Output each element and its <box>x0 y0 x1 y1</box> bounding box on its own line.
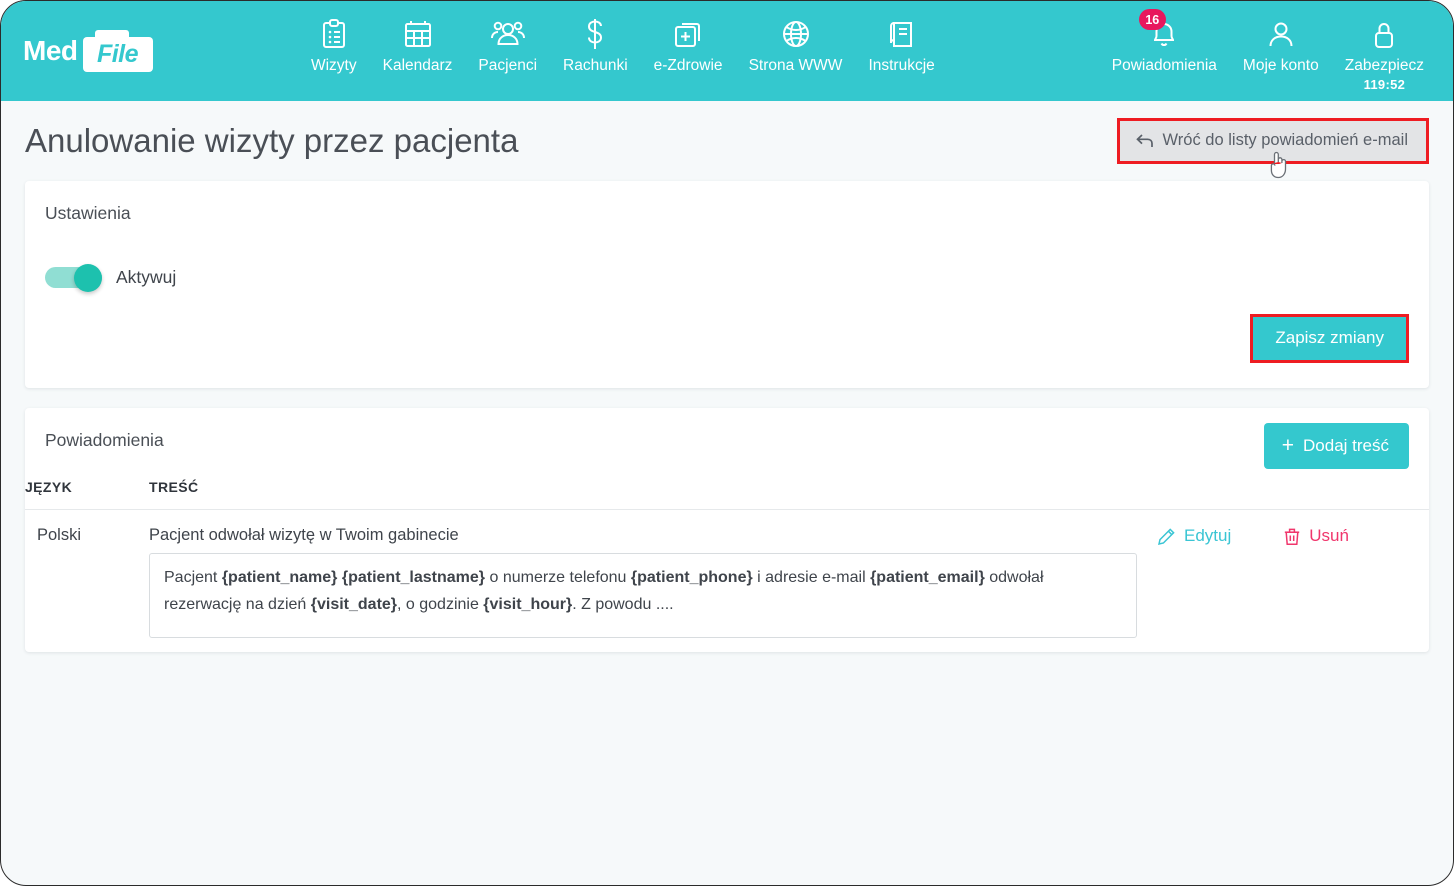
nav-item-powiadomienia[interactable]: 16 Powiadomienia <box>1099 9 1230 75</box>
pencil-icon <box>1157 527 1176 546</box>
nav-item-instrukcje[interactable]: Instrukcje <box>855 17 947 75</box>
settings-card: Ustawienia Aktywuj Zapisz zmiany <box>25 181 1429 388</box>
nav-label-moje-konto: Moje konto <box>1242 57 1319 74</box>
secondary-nav-items: 16 Powiadomienia Moje konto Zabezpiecz 1… <box>1099 1 1437 92</box>
cell-actions: Edytuj Usuń <box>1149 510 1429 638</box>
nav-label-strona-www: Strona WWW <box>748 57 843 74</box>
nav-item-zabezpiecz[interactable]: Zabezpiecz 119:52 <box>1332 17 1437 92</box>
table-header-row: JĘZYK TREŚĆ <box>25 471 1429 510</box>
column-header-content: TREŚĆ <box>149 471 1149 510</box>
notification-subject: Pacjent odwołał wizytę w Twoim gabinecie <box>149 526 459 544</box>
nav-item-rachunki[interactable]: Rachunki <box>550 17 641 75</box>
delete-button[interactable]: Usuń <box>1283 526 1349 546</box>
globe-icon <box>780 17 812 51</box>
notifications-card: Powiadomienia + Dodaj treść JĘZYK TREŚĆ … <box>25 408 1429 652</box>
activate-toggle-label: Aktywuj <box>116 266 177 287</box>
placeholder-token: {patient_lastname} <box>341 569 486 586</box>
placeholder-token: {visit_date} <box>310 595 398 613</box>
trash-icon <box>1283 527 1301 546</box>
notification-count-badge: 16 <box>1138 9 1166 30</box>
nav-label-rachunki: Rachunki <box>563 57 628 74</box>
activate-toggle-row: Aktywuj <box>25 224 1429 292</box>
edit-button[interactable]: Edytuj <box>1157 526 1231 546</box>
nav-label-instrukcje: Instrukcje <box>868 57 935 74</box>
cell-content: Pacjent odwołał wizytę w Twoim gabinecie… <box>149 510 1149 638</box>
nav-label-zabezpiecz: Zabezpiecz <box>1344 57 1424 74</box>
nav-item-kalendarz[interactable]: Kalendarz <box>370 17 466 75</box>
medfile-logo[interactable]: Med File <box>17 1 153 101</box>
dollar-icon <box>582 17 608 51</box>
row-actions: Edytuj Usuń <box>1149 526 1429 546</box>
back-button-highlight: Wróć do listy powiadomień e-mail <box>1116 118 1429 179</box>
back-arrow-icon <box>1135 133 1154 149</box>
notification-body-textarea[interactable]: Pacjent {patient_name} {patient_lastname… <box>149 553 1137 638</box>
nav-label-e-zdrowie: e-Zdrowie <box>653 57 723 74</box>
book-icon <box>887 17 917 51</box>
lock-icon <box>1369 17 1399 51</box>
column-header-language: JĘZYK <box>25 471 149 510</box>
activate-toggle[interactable] <box>45 264 102 292</box>
people-icon <box>490 17 526 51</box>
nav-item-strona-www[interactable]: Strona WWW <box>736 17 856 75</box>
primary-nav-items: Wizyty Kalendarz Pacjenci Rachunki e-Zdr… <box>147 1 1099 75</box>
back-to-email-notifications-button[interactable]: Wróć do listy powiadomień e-mail <box>1119 121 1426 161</box>
add-content-label: Dodaj treść <box>1303 435 1389 455</box>
logo-folder-body: File <box>82 37 153 72</box>
table-body: Polski Pacjent odwołał wizytę w Twoim ga… <box>25 510 1429 638</box>
cell-language: Polski <box>37 526 82 544</box>
settings-card-title: Ustawienia <box>45 203 131 223</box>
session-timer: 119:52 <box>1363 77 1406 92</box>
logo-text-med: Med <box>23 35 78 66</box>
save-changes-button[interactable]: Zapisz zmiany <box>1253 317 1406 360</box>
save-button-highlight: Zapisz zmiany <box>1250 314 1409 363</box>
column-header-actions <box>1149 471 1429 510</box>
placeholder-token: {patient_phone} <box>630 569 753 586</box>
calendar-icon <box>402 17 434 51</box>
nav-label-kalendarz: Kalendarz <box>382 57 453 74</box>
add-content-button[interactable]: + Dodaj treść <box>1263 423 1409 469</box>
notifications-card-title: Powiadomienia <box>45 430 164 450</box>
edit-label: Edytuj <box>1184 526 1232 545</box>
nav-item-wizyty[interactable]: Wizyty <box>298 17 370 75</box>
document-plus-icon <box>672 17 704 51</box>
nav-item-moje-konto[interactable]: Moje konto <box>1230 17 1332 75</box>
placeholder-token: {patient_email} <box>870 569 985 586</box>
placeholder-token: {visit_hour} <box>483 595 573 613</box>
page-title: Anulowanie wizyty przez pacjenta <box>25 122 519 159</box>
placeholder-token: {patient_name} <box>221 569 338 586</box>
clipboard-icon <box>319 17 349 51</box>
top-navigation-bar: Med File Wizyty Kalendarz Pacjenci Rachu… <box>1 1 1453 101</box>
notifications-table: JĘZYK TREŚĆ Polski Pacjent odwołał wizyt… <box>25 471 1429 638</box>
nav-label-wizyty: Wizyty <box>310 57 357 74</box>
person-icon <box>1265 17 1297 51</box>
logo-folder-shape: File <box>82 30 153 72</box>
toggle-knob <box>74 264 102 292</box>
back-button-label: Wróć do listy powiadomień e-mail <box>1162 131 1408 149</box>
page-header: Anulowanie wizyty przez pacjenta Wróć do… <box>1 101 1453 181</box>
table-row: Polski Pacjent odwołał wizytę w Twoim ga… <box>25 510 1429 638</box>
nav-label-pacjenci: Pacjenci <box>478 57 538 74</box>
nav-item-e-zdrowie[interactable]: e-Zdrowie <box>641 17 736 75</box>
plus-icon: + <box>1281 434 1295 457</box>
application-window: Med File Wizyty Kalendarz Pacjenci Rachu… <box>0 0 1454 886</box>
nav-item-pacjenci[interactable]: Pacjenci <box>465 17 550 75</box>
logo-text-file: File <box>96 40 139 68</box>
nav-label-powiadomienia: Powiadomienia <box>1111 57 1217 74</box>
delete-label: Usuń <box>1309 526 1349 545</box>
